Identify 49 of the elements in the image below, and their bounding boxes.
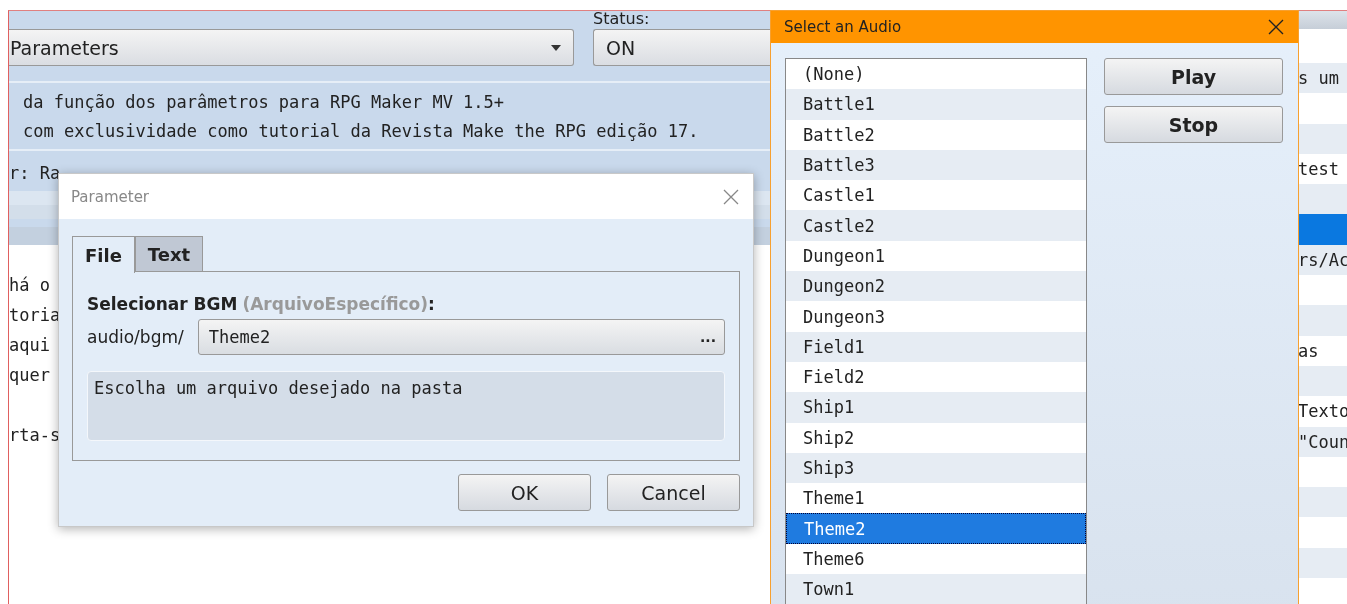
header-bar (1298, 11, 1347, 29)
audio-item[interactable]: Dungeon3 (786, 301, 1086, 332)
caret-icon (551, 44, 561, 51)
dialog-title: Select an Audio (784, 18, 902, 36)
plugin-dropdown[interactable]: Parameters (9, 29, 574, 66)
command-row[interactable] (1298, 487, 1347, 518)
field-hint: (ArquivoEspecífico) (242, 294, 429, 314)
audio-button[interactable]: Stop (1104, 106, 1283, 143)
audio-item[interactable]: Battle2 (786, 119, 1086, 150)
note-line: há o (9, 274, 50, 297)
audio-item[interactable]: Town1 (786, 574, 1086, 604)
close-icon[interactable] (1268, 19, 1284, 35)
description-box: Escolha um arquivo desejado na pasta (87, 371, 725, 441)
audio-item[interactable]: Field1 (786, 331, 1086, 362)
audio-item[interactable]: Dungeon2 (786, 271, 1086, 302)
audio-item[interactable]: Dungeon1 (786, 240, 1086, 272)
close-icon[interactable] (723, 188, 739, 205)
audio-item[interactable]: Ship2 (786, 422, 1086, 453)
note-line: rta-s (9, 424, 61, 447)
file-field[interactable]: Theme2 ... (197, 319, 725, 355)
tab[interactable]: File (72, 236, 135, 273)
dialog-button[interactable]: OK (458, 474, 591, 511)
status-dropdown[interactable]: ON (593, 29, 770, 66)
note-line: aqui (9, 334, 50, 357)
tab[interactable]: Text (134, 236, 204, 271)
dialog-title: Parameter (71, 187, 150, 206)
command-row[interactable] (1298, 214, 1347, 245)
description-line: da função dos parâmetros para RPG Maker MV 1.5+ (23, 91, 505, 114)
audio-item[interactable]: Field2 (786, 361, 1086, 393)
description-line: com exclusividade como tutorial da Revista Make the RPG edição 17. (23, 120, 699, 143)
audio-item[interactable]: Ship3 (786, 452, 1086, 484)
audio-item[interactable]: Castle2 (786, 210, 1086, 241)
audio-item[interactable]: Battle3 (786, 149, 1086, 181)
audio-item[interactable]: Ship1 (786, 392, 1086, 423)
path-prefix: audio/bgm/ (87, 327, 184, 347)
command-row[interactable]: s um (1298, 63, 1347, 94)
command-row[interactable] (1298, 184, 1347, 215)
field-label: Selecionar BGM (87, 294, 238, 314)
audio-item[interactable]: Theme2 (786, 513, 1086, 544)
audio-item[interactable]: Battle1 (786, 89, 1086, 120)
audio-item[interactable]: Theme6 (786, 543, 1086, 575)
dialog-button[interactable]: Cancel (607, 474, 740, 511)
audio-item[interactable]: Theme1 (786, 483, 1086, 514)
status-label: Status: (593, 11, 650, 28)
audio-button[interactable]: Play (1104, 58, 1283, 95)
audio-item[interactable]: (None) (786, 59, 1086, 90)
label-colon: : (428, 294, 435, 314)
note-line: quer (9, 364, 50, 387)
audio-item[interactable]: Castle1 (786, 180, 1086, 211)
